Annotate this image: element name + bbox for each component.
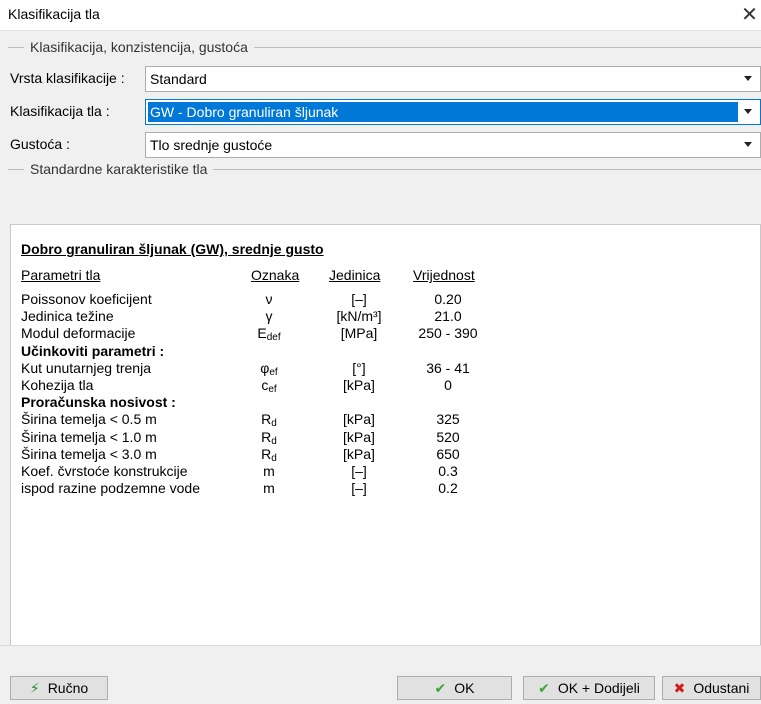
param-symbol: γ: [265, 308, 273, 325]
param-unit: [kPa]: [343, 377, 375, 393]
window-title: Klasifikacija tla: [8, 6, 100, 22]
param-value: 21.0: [434, 308, 462, 325]
klasifikacija-tla-label: Klasifikacija tla :: [10, 103, 110, 119]
param-name: Širina temelja < 3.0 m: [21, 445, 157, 462]
param-unit: [–]: [351, 480, 367, 497]
gustoca-select[interactable]: Tlo srednje gustoće: [145, 132, 761, 158]
param-value: 0: [444, 377, 452, 393]
param-symbol: φef: [260, 359, 278, 378]
param-unit: [MPa]: [340, 325, 378, 342]
close-icon[interactable]: ✕: [738, 2, 761, 28]
ok-dodijeli-button[interactable]: ✔ OK + Dodijeli: [523, 676, 655, 700]
param-value: 250 - 390: [418, 325, 478, 342]
param-unit: [–]: [351, 463, 367, 479]
param-unit: [kPa]: [343, 445, 375, 462]
vrsta-klasifikacije-select[interactable]: Standard: [145, 66, 761, 92]
param-symbol: Rd: [261, 428, 277, 447]
param-symbol: m: [263, 480, 275, 497]
param-value: 650: [436, 445, 460, 462]
gustoca-label: Gustoća :: [10, 136, 70, 152]
classification-group-header: Klasifikacija, konzistencija, gustoća: [8, 39, 761, 55]
chevron-down-icon: [744, 76, 752, 81]
param-value: 325: [436, 411, 460, 428]
param-symbol: Rd: [261, 445, 277, 464]
param-unit: [–]: [351, 291, 367, 307]
param-value: 36 - 41: [426, 359, 470, 376]
param-unit: [°]: [352, 359, 366, 376]
param-name: Kohezija tla: [21, 377, 94, 393]
param-value: 0.3: [438, 463, 458, 479]
section-heading: Učinkoviti parametri :: [21, 342, 165, 359]
param-unit: [kPa]: [343, 428, 375, 445]
section-heading: Proračunska nosivost :: [21, 394, 176, 411]
param-value: 520: [436, 428, 460, 445]
param-value: 0.20: [434, 291, 462, 307]
param-name: Koef. čvrstoće konstrukcije: [21, 463, 188, 479]
characteristics-group-header: Standardne karakteristike tla: [8, 161, 761, 177]
param-name: ispod razine podzemne vode: [21, 480, 201, 497]
rucno-button[interactable]: ⚡ Ručno: [10, 676, 108, 700]
header-oznaka: Oznaka: [251, 267, 300, 283]
checkmark-icon: ✔: [434, 679, 447, 696]
chevron-down-icon: [744, 109, 752, 114]
param-name: Modul deformacije: [21, 325, 136, 342]
header-vrijednost: Vrijednost: [413, 267, 475, 283]
title-bar: Klasifikacija tla ✕: [0, 0, 761, 30]
header-jedinica: Jedinica: [329, 267, 381, 283]
lightning-icon: ⚡: [29, 679, 40, 696]
param-name: Poissonov koeficijent: [21, 291, 152, 307]
header-parametri: Parametri tla: [21, 267, 101, 283]
param-name: Širina temelja < 1.0 m: [21, 428, 157, 445]
param-name: Jedinica težine: [21, 308, 114, 325]
characteristics-panel: Dobro granuliran šljunak (GW), srednje g…: [10, 224, 761, 651]
param-name: Širina temelja < 0.5 m: [21, 411, 157, 428]
panel-title: Dobro granuliran šljunak (GW), srednje g…: [21, 241, 324, 257]
param-name: Kut unutarnjeg trenja: [21, 359, 151, 376]
param-value: 0.2: [438, 480, 458, 497]
param-unit: [kN/m³]: [336, 308, 382, 325]
param-symbol: Rd: [261, 411, 277, 430]
odustani-button[interactable]: ✖ Odustani: [662, 676, 761, 700]
chevron-down-icon: [744, 142, 752, 147]
param-symbol: cef: [261, 377, 277, 395]
checkmark-icon: ✔: [538, 679, 550, 696]
klasifikacija-tla-select[interactable]: GW - Dobro granuliran šljunak: [145, 99, 761, 125]
param-symbol: ν: [265, 291, 273, 307]
dialog-body: Klasifikacija, konzistencija, gustoća Vr…: [0, 30, 761, 704]
cross-icon: ✖: [673, 679, 686, 696]
vrsta-klasifikacije-label: Vrsta klasifikacije :: [10, 70, 125, 86]
param-unit: [kPa]: [343, 411, 375, 428]
param-symbol: m: [263, 463, 275, 479]
ok-button[interactable]: ✔ OK: [397, 676, 512, 700]
param-symbol: Edef: [257, 325, 281, 344]
